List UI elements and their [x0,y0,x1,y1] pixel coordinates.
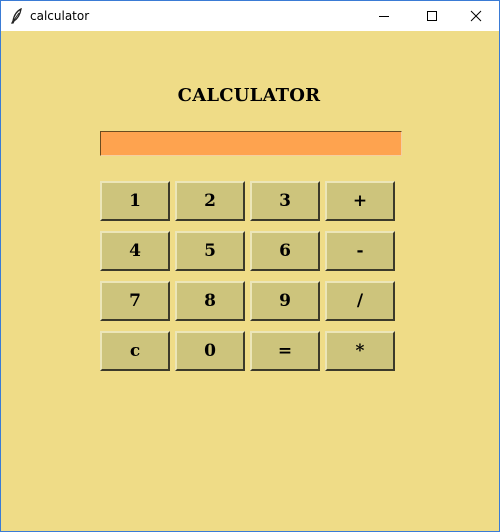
divide-button[interactable]: / [325,281,395,321]
close-icon [470,10,482,22]
digit-3-button[interactable]: 3 [250,181,320,221]
title-bar[interactable]: calculator [1,1,499,31]
calculator-window: calculator CALCULATOR 1 2 3 +4 5 6- 7 8 9/ c 0 = * [0,0,500,532]
minus-button[interactable]: - [325,231,395,271]
digit-4-button[interactable]: 4 [100,231,170,271]
calculator-heading: CALCULATOR [177,85,321,106]
window-title: calculator [30,9,90,23]
minimize-button[interactable] [361,1,407,31]
equals-button[interactable]: = [250,331,320,371]
digit-0-button[interactable]: 0 [175,331,245,371]
multiply-button[interactable]: * [325,331,395,371]
plus-button[interactable]: + [325,181,395,221]
maximize-button[interactable] [409,1,455,31]
maximize-icon [427,11,437,21]
minimize-icon [379,16,389,17]
feather-icon [10,8,22,24]
digit-1-button[interactable]: 1 [100,181,170,221]
display-field[interactable] [100,131,402,156]
digit-7-button[interactable]: 7 [100,281,170,321]
clear-button[interactable]: c [100,331,170,371]
close-button[interactable] [453,1,499,31]
digit-6-button[interactable]: 6 [250,231,320,271]
digit-9-button[interactable]: 9 [250,281,320,321]
digit-8-button[interactable]: 8 [175,281,245,321]
digit-5-button[interactable]: 5 [175,231,245,271]
digit-2-button[interactable]: 2 [175,181,245,221]
